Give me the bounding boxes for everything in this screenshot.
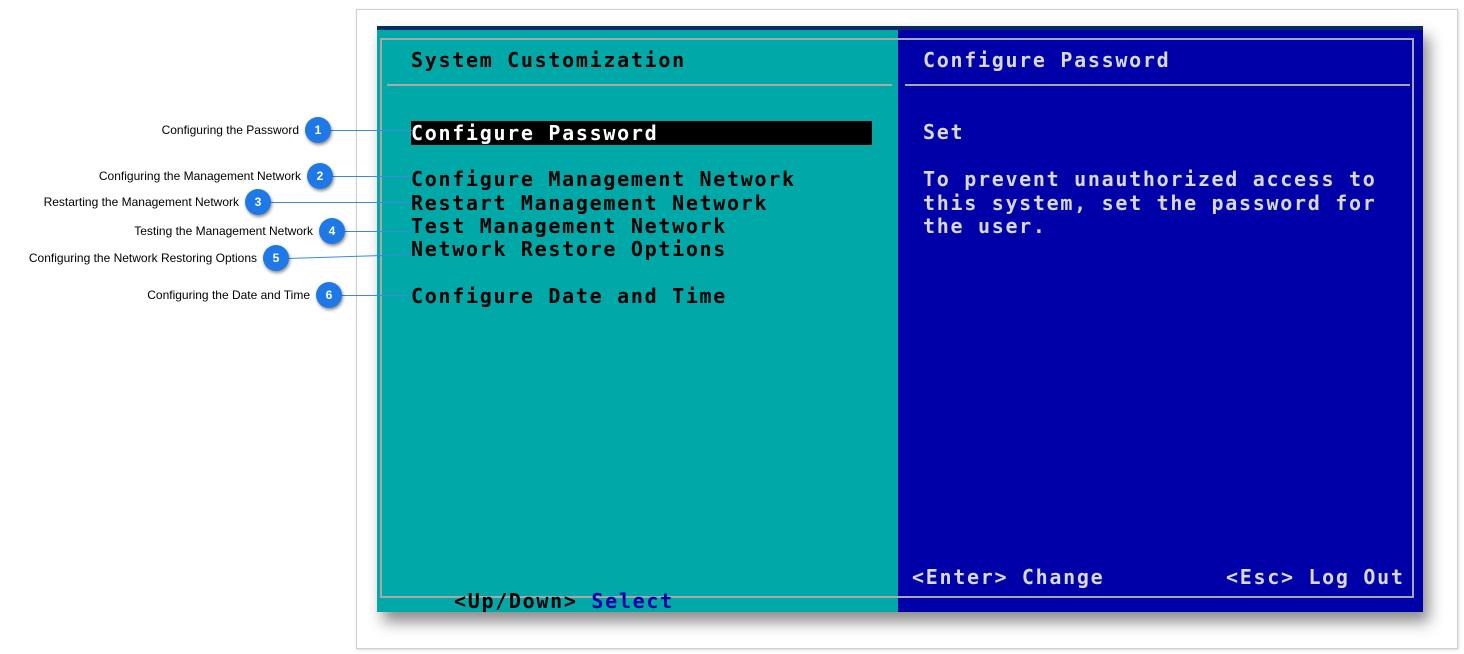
callout-leader-6 — [341, 295, 412, 296]
callout-leader-3 — [270, 202, 412, 203]
detail-description-line: To prevent unauthorized access to — [923, 167, 1377, 191]
top-edge — [377, 26, 1423, 30]
dcui-console: System Customization Configure Password … — [377, 26, 1423, 612]
detail-header-divider — [905, 84, 1410, 86]
menu-item-network-restore-options[interactable]: Network Restore Options — [411, 237, 727, 261]
footer-nav-key-text: <Up/Down> — [453, 589, 578, 612]
menu-item-configure-date-time[interactable]: Configure Date and Time — [411, 284, 727, 308]
callout-badge-5[interactable]: 5 — [263, 245, 289, 271]
menu-header-divider — [387, 84, 892, 86]
menu-item-configure-password[interactable]: Configure Password — [411, 121, 872, 145]
detail-pane-title: Configure Password — [923, 48, 1171, 72]
callout-leader-2 — [332, 176, 412, 177]
menu-item-configure-management-network[interactable]: Configure Management Network — [411, 167, 796, 191]
detail-value: Set — [923, 120, 965, 144]
callout-label-5: Configuring the Network Restoring Option… — [28, 251, 257, 265]
detail-description-line: the user. — [923, 214, 1047, 238]
callout-label-2: Configuring the Management Network — [98, 169, 301, 183]
callout-label-4: Testing the Management Network — [134, 224, 313, 238]
menu-item-test-management-network[interactable]: Test Management Network — [411, 214, 727, 238]
callout-leader-4 — [344, 231, 412, 232]
footer-esc-hint: <Esc> Log Out — [1226, 565, 1405, 589]
menu-item-restart-management-network[interactable]: Restart Management Network — [411, 191, 768, 215]
callout-label-3: Restarting the Management Network — [43, 195, 239, 209]
detail-description-line: this system, set the password for — [923, 191, 1377, 215]
callout-label-1: Configuring the Password — [161, 123, 299, 137]
callout-badge-6[interactable]: 6 — [316, 282, 342, 308]
footer-nav-key: <Up/Down> Select — [399, 565, 674, 612]
callout-leader-1 — [330, 130, 412, 131]
callout-badge-1[interactable]: 1 — [305, 117, 331, 143]
callout-badge-2[interactable]: 2 — [307, 163, 333, 189]
footer-nav-action: Select — [591, 589, 674, 612]
menu-pane-title: System Customization — [411, 48, 686, 72]
callout-badge-3[interactable]: 3 — [245, 189, 271, 215]
callout-label-6: Configuring the Date and Time — [147, 288, 310, 302]
footer-enter-hint: <Enter> Change — [912, 565, 1105, 589]
callout-badge-4[interactable]: 4 — [319, 218, 345, 244]
